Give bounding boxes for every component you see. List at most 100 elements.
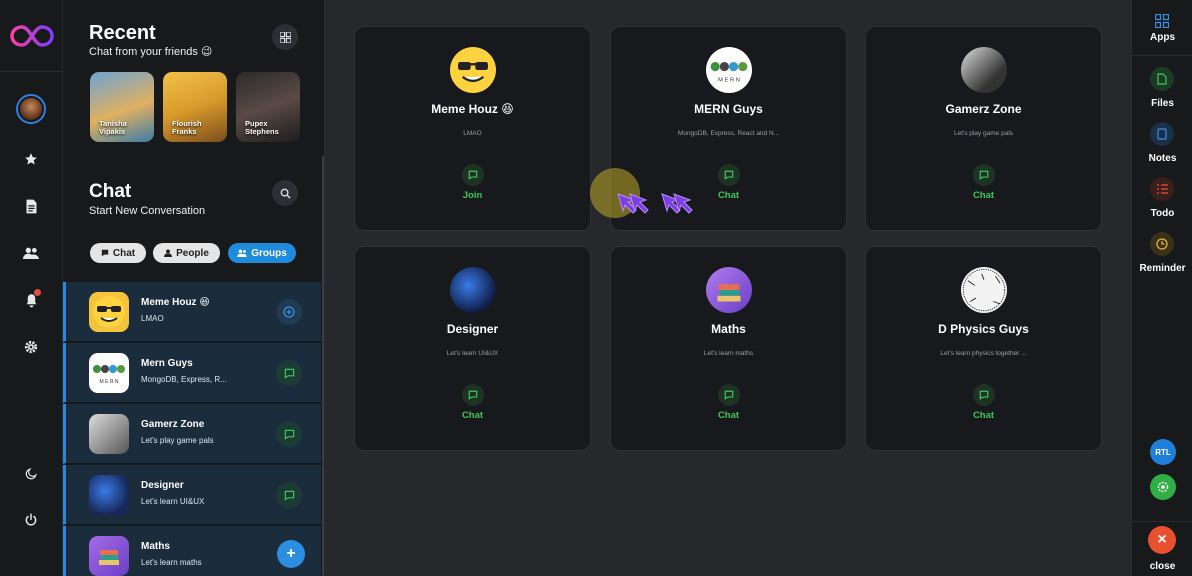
group-card[interactable]: Designer Let's learn UI&UX Chat <box>354 246 591 451</box>
group-card-description: LMAO <box>463 130 482 137</box>
group-card[interactable]: Maths Let's learn maths Chat <box>610 246 847 451</box>
nav-notifications[interactable] <box>16 285 46 315</box>
conversation-preview: MongoDB, Express, R... <box>141 375 227 384</box>
list-icon <box>1156 184 1168 194</box>
join-group-button[interactable] <box>276 299 302 325</box>
nav-favorites[interactable] <box>16 144 46 174</box>
app-logo <box>0 0 63 72</box>
conversation-item[interactable]: Gamerz Zone Let's play game pals <box>63 404 321 464</box>
open-chat-button[interactable] <box>276 360 302 386</box>
chat-button[interactable] <box>718 384 740 406</box>
reminder-label: Reminder <box>1139 263 1186 274</box>
conversation-preview: Let's learn maths <box>141 558 202 567</box>
join-group-button[interactable] <box>462 164 484 186</box>
conversation-item[interactable]: M E R N Mern Guys MongoDB, Express, R... <box>63 343 321 403</box>
books-icon <box>99 550 119 565</box>
search-icon <box>280 188 291 199</box>
close-label[interactable]: close <box>1132 561 1192 572</box>
group-card[interactable]: Gamerz Zone Let's play game pals Chat <box>865 26 1102 231</box>
recent-title: Recent <box>89 22 156 44</box>
search-button[interactable] <box>272 180 298 206</box>
group-card-name: Meme Houz 😆 <box>431 102 514 116</box>
conversation-item[interactable]: Meme Houz 😆 LMAO <box>63 282 321 342</box>
person-icon <box>164 249 173 257</box>
moon-icon <box>25 467 37 479</box>
conversation-name: Maths <box>141 541 170 552</box>
group-card-description: Let's learn UI&UX <box>446 350 499 357</box>
notification-dot <box>34 289 41 296</box>
gear-icon <box>24 340 38 354</box>
cool-emoji-icon <box>451 48 495 92</box>
filter-chat[interactable]: Chat <box>90 243 146 263</box>
todo-button[interactable] <box>1150 177 1174 201</box>
filter-people-label: People <box>176 247 209 259</box>
conversation-item[interactable]: Designer Let's learn UI&UX <box>63 465 321 525</box>
dark-mode-toggle[interactable] <box>16 458 46 488</box>
files-button[interactable] <box>1150 67 1174 91</box>
message-icon <box>468 390 478 400</box>
open-chat-button[interactable] <box>276 421 302 447</box>
group-card[interactable]: D Physics Guys Let's learn physics toget… <box>865 246 1102 451</box>
theme-settings-button[interactable] <box>1150 474 1176 500</box>
conversation-name: Gamerz Zone <box>141 419 205 430</box>
user-avatar[interactable] <box>16 94 46 124</box>
layout-toggle-button[interactable] <box>272 24 298 50</box>
chat-label[interactable]: Chat <box>866 410 1101 421</box>
chat-label[interactable]: Chat <box>355 410 590 421</box>
power-icon <box>25 513 37 526</box>
cursor-icon <box>617 193 693 214</box>
story-card[interactable]: Pupex Stephens <box>236 72 300 142</box>
group-card-avatar <box>706 267 752 313</box>
message-icon <box>468 170 478 180</box>
filter-people[interactable]: People <box>153 243 220 263</box>
reminder-button[interactable] <box>1150 232 1174 256</box>
group-card-name: D Physics Guys <box>938 322 1029 336</box>
svg-text:M E R N: M E R N <box>100 379 119 385</box>
books-icon <box>717 284 741 302</box>
notes-button[interactable] <box>1150 122 1174 146</box>
conversation-avatar <box>89 414 129 454</box>
mern-logo-icon: M E R N <box>710 61 748 84</box>
sidebar-scrollbar[interactable] <box>322 156 324 576</box>
join-group-label[interactable]: Join <box>355 190 590 201</box>
rtl-toggle-button[interactable]: RTL <box>1150 439 1176 465</box>
chat-button[interactable] <box>462 384 484 406</box>
nav-settings[interactable] <box>16 332 46 362</box>
group-card-description: Let's learn maths <box>703 350 754 357</box>
open-chat-button[interactable] <box>276 482 302 508</box>
file-icon <box>1157 73 1167 85</box>
group-card-avatar: M E R N <box>706 47 752 93</box>
chat-subtitle: Start New Conversation <box>89 205 206 217</box>
star-icon <box>25 153 37 165</box>
chat-button[interactable] <box>973 384 995 406</box>
chat-label[interactable]: Chat <box>866 190 1101 201</box>
message-icon <box>979 390 989 400</box>
message-icon <box>724 170 734 180</box>
grid-icon <box>279 31 291 43</box>
group-card[interactable]: Meme Houz 😆 LMAO Join <box>354 26 591 231</box>
group-card-description: MongoDB, Express, React and N... <box>677 130 780 137</box>
apps-button[interactable]: Apps <box>1132 0 1192 56</box>
add-circle-icon <box>283 306 295 318</box>
story-card[interactable]: Flourish Franks <box>163 72 227 142</box>
chat-label[interactable]: Chat <box>611 410 846 421</box>
group-card-avatar <box>450 267 496 313</box>
chat-button[interactable] <box>973 164 995 186</box>
left-nav-rail <box>0 0 63 576</box>
new-group-fab[interactable]: + <box>277 540 305 568</box>
group-card-name: Maths <box>711 322 746 336</box>
svg-text:M E R N: M E R N <box>718 78 740 84</box>
logout-button[interactable] <box>16 505 46 535</box>
close-button[interactable]: × <box>1148 526 1176 554</box>
message-icon <box>284 490 294 501</box>
filter-groups[interactable]: Groups <box>228 243 296 263</box>
nav-people[interactable] <box>16 238 46 268</box>
story-card[interactable]: Tanisha Vipakis <box>90 72 154 142</box>
conversation-name: Mern Guys <box>141 358 193 369</box>
conversation-preview: Let's learn UI&UX <box>141 497 205 506</box>
group-card-description: Let's play game pals <box>953 130 1014 137</box>
notes-label: Notes <box>1148 153 1177 164</box>
nav-documents[interactable] <box>16 191 46 221</box>
conversation-preview: Let's play game pals <box>141 436 214 445</box>
chat-button[interactable] <box>718 164 740 186</box>
